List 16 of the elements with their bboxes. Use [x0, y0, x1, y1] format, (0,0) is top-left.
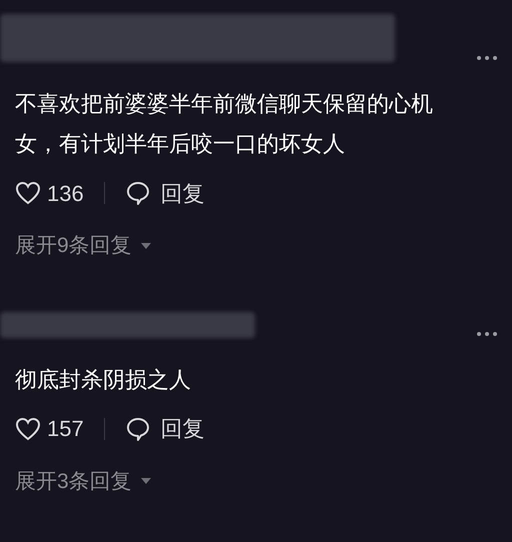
comment-icon [124, 416, 151, 442]
comment-text: 彻底封杀阴损之人 [15, 366, 192, 394]
caret-icon [140, 242, 152, 250]
comment-text: 不喜欢把前婆婆半年前微信聊天保留的心机女，有计划半年后咬一口的坏女人 [15, 90, 434, 158]
heart-icon [15, 416, 41, 440]
more-icon[interactable] [476, 55, 498, 61]
like-button[interactable]: 157 [15, 412, 84, 445]
like-button[interactable]: 136 [15, 176, 84, 210]
caret-icon [140, 477, 152, 486]
more-icon[interactable] [476, 330, 498, 336]
heart-icon [15, 181, 41, 205]
expand-replies-button[interactable]: 展开9条回复 [15, 230, 152, 262]
expand-replies-button[interactable]: 展开3条回复 [15, 466, 152, 497]
comment-icon [124, 180, 151, 206]
reply-button[interactable]: 回复 [124, 176, 205, 210]
reply-button[interactable]: 回复 [124, 412, 205, 445]
